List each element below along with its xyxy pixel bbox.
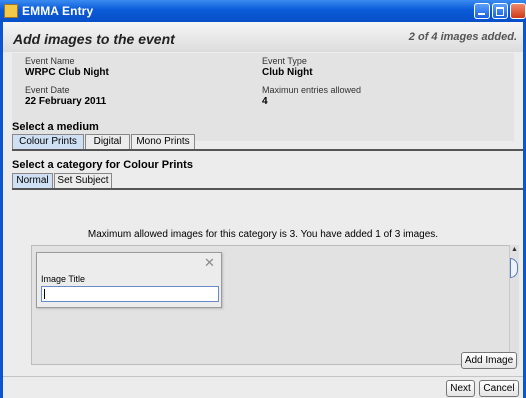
header-band: Add images to the event 2 of 4 images ad… [3,22,523,52]
max-entries-label: Maximun entries allowed [262,85,362,95]
event-name-value: WRPC Club Night [25,67,109,78]
page-heading: Add images to the event [13,31,175,47]
remove-image-icon[interactable]: ✕ [204,256,215,269]
select-category-title: Select a category for Colour Prints [12,159,193,171]
medium-tabs-divider [12,149,523,151]
tab-colour-prints[interactable]: Colour Prints [12,134,84,149]
select-medium-title: Select a medium [12,121,99,133]
text-caret [44,289,45,299]
image-title-input[interactable] [41,286,219,302]
max-entries-value: 4 [262,96,268,107]
event-date-value: 22 February 2011 [25,96,107,107]
category-limit-notice: Maximum allowed images for this category… [87,229,439,240]
medium-tabs: Colour Prints Digital Mono Prints [12,134,523,150]
title-bar[interactable]: EMMA Entry [0,0,526,22]
images-added-count: 2 of 4 images added. [408,31,517,43]
images-list-scrollbar[interactable]: ▲ ▼ [509,245,519,365]
tab-mono-prints[interactable]: Mono Prints [131,134,195,149]
app-icon [4,4,18,18]
next-button[interactable]: Next [446,380,475,397]
maximize-icon[interactable] [492,3,508,19]
tab-set-subject[interactable]: Set Subject [54,173,112,188]
window-title: EMMA Entry [22,4,94,18]
category-tabs: Normal Set Subject [12,173,523,189]
category-tabs-divider [12,188,523,190]
add-image-button[interactable]: Add Image [461,352,517,369]
event-date-label: Event Date [25,85,70,95]
event-type-value: Club Night [262,67,313,78]
image-entry-card: ✕ Image Title [36,252,222,308]
cancel-button[interactable]: Cancel [479,380,519,397]
footer-divider [3,376,523,377]
scroll-thumb[interactable] [510,258,518,278]
image-title-label: Image Title [41,274,86,284]
scroll-up-icon[interactable]: ▲ [511,246,518,253]
minimize-icon[interactable] [474,3,490,19]
dialog-content: Add images to the event 2 of 4 images ad… [3,22,523,398]
tab-normal[interactable]: Normal [12,173,53,188]
tab-digital[interactable]: Digital [85,134,130,149]
close-window-icon[interactable] [510,3,526,19]
event-type-label: Event Type [262,56,307,66]
emma-entry-window: EMMA Entry Add images to the event 2 of … [0,0,526,398]
event-name-label: Event Name [25,56,75,66]
